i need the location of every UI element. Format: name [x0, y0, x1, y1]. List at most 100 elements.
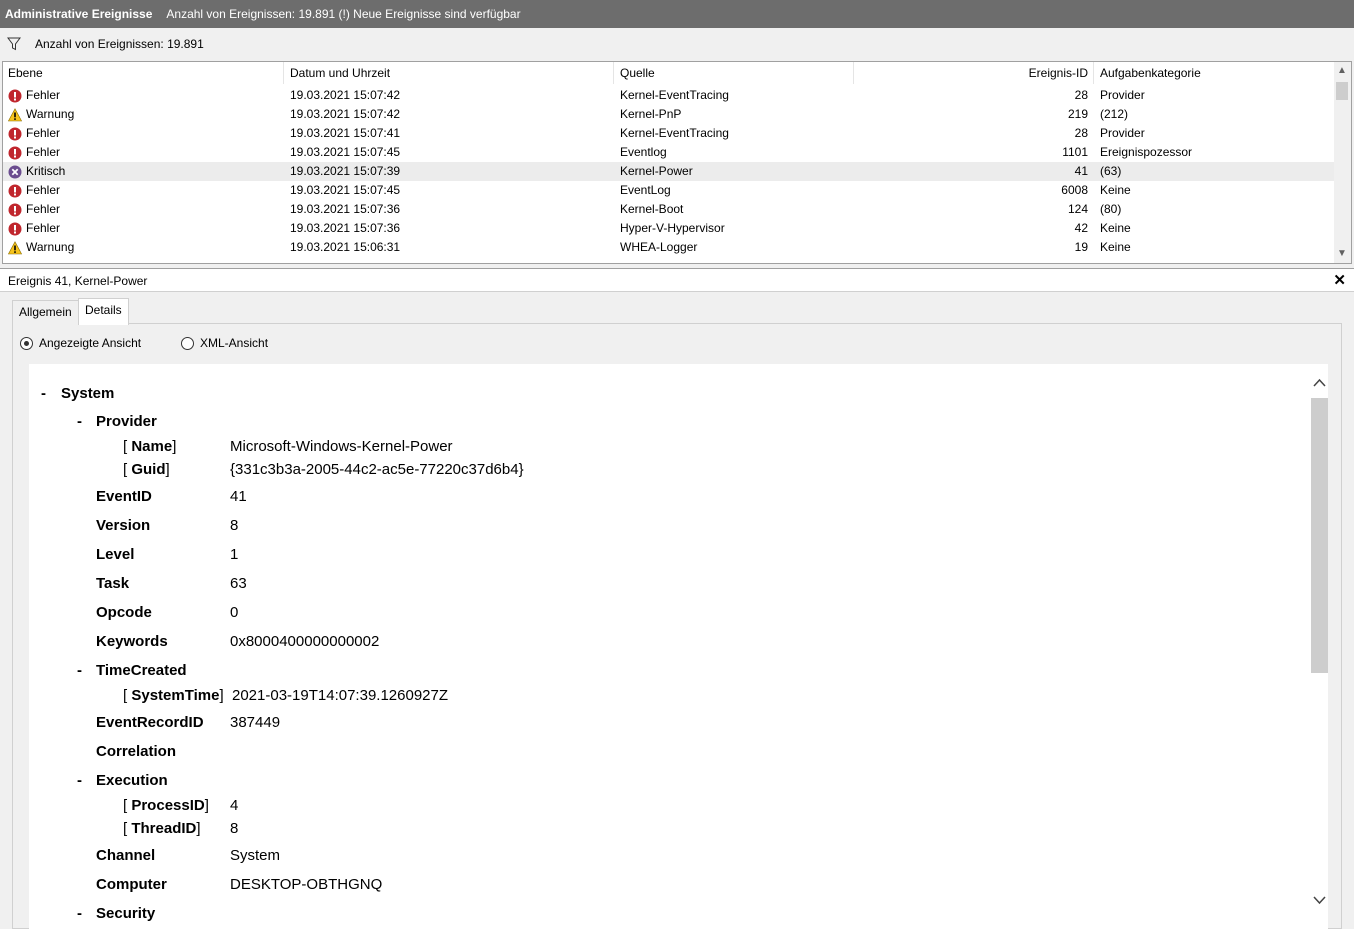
cell-date: 19.03.2021 15:06:31	[290, 240, 401, 254]
column-event-id[interactable]: Ereignis-ID	[853, 62, 1093, 84]
column-level[interactable]: Ebene	[3, 62, 283, 84]
key-eventrecordid: EventRecordID	[96, 714, 204, 731]
attr-processid-value: 4	[230, 797, 239, 814]
radio-xml-label: XML-Ansicht	[200, 336, 269, 350]
column-date[interactable]: Datum und Uhrzeit	[283, 62, 613, 84]
table-row[interactable]: Warnung 19.03.2021 15:06:31 WHEA-Logger 19 K…	[3, 238, 1335, 257]
cell-level: Fehler	[8, 200, 60, 219]
cell-level: Fehler	[8, 181, 60, 200]
attr-systemtime: [ SystemTime]	[123, 687, 224, 704]
cell-event-id: 219	[1067, 107, 1088, 121]
cell-task-category: Keine	[1100, 221, 1131, 235]
close-icon[interactable]: ✕	[1333, 271, 1346, 289]
attr-systemtime-value: 2021-03-19T14:07:39.1260927Z	[232, 687, 449, 704]
filter-icon[interactable]	[7, 37, 21, 51]
node-system: System	[61, 385, 115, 402]
cell-level: Fehler	[8, 86, 60, 105]
table-row[interactable]: Kritisch 19.03.2021 15:07:39 Kernel-Power 4…	[3, 162, 1335, 181]
title-bar: Administrative Ereignisse Anzahl von Ere…	[0, 0, 1354, 28]
cell-event-id: 28	[1074, 88, 1088, 102]
cell-event-id: 124	[1067, 202, 1088, 216]
key-eventid: EventID	[96, 488, 152, 505]
node-execution: Execution	[96, 772, 168, 789]
error-icon	[8, 89, 22, 103]
attr-name: [ Name]	[123, 438, 177, 455]
node-provider: Provider	[96, 413, 157, 430]
scroll-thumb[interactable]	[1336, 82, 1348, 100]
event-count-info[interactable]: Anzahl von Ereignissen: 19.891 (!) Neue …	[166, 7, 520, 21]
cell-source: Kernel-PnP	[620, 107, 682, 121]
xml-scrollbar[interactable]	[1311, 364, 1328, 929]
table-row[interactable]: Warnung 19.03.2021 15:07:42 Kernel-PnP 219 (…	[3, 105, 1335, 124]
val-computer: DESKTOP-OBTHGNQ	[230, 876, 383, 893]
view-title: Administrative Ereignisse	[5, 7, 153, 21]
attr-guid-value: {331c3b3a-2005-44c2-ac5e-77220c37d6b4}	[230, 461, 524, 478]
table-row[interactable]: Fehler 19.03.2021 15:07:41 Kernel-EventTra…	[3, 124, 1335, 143]
cell-source: Kernel-Power	[620, 164, 693, 178]
event-xml-view[interactable]: - System - Provider [ Name] Microsoft-Wi…	[29, 364, 1328, 929]
cell-task-category: (80)	[1100, 202, 1122, 216]
cell-date: 19.03.2021 15:07:45	[290, 145, 401, 159]
error-icon	[8, 184, 22, 198]
column-source[interactable]: Quelle	[613, 62, 853, 84]
node-security: Security	[96, 905, 156, 922]
table-row[interactable]: Fehler 19.03.2021 15:07:36 Hyper-V-Hypervi…	[3, 219, 1335, 238]
val-channel: System	[230, 847, 281, 864]
tab-general[interactable]: Allgemein	[12, 300, 79, 324]
warning-icon	[7, 240, 23, 255]
cell-event-id: 1101	[1062, 145, 1088, 159]
warning-icon	[7, 107, 23, 122]
scroll-down-icon[interactable]	[1313, 896, 1326, 905]
scroll-up-icon[interactable]	[1313, 378, 1326, 387]
filter-bar: Anzahl von Ereignissen: 19.891	[0, 28, 1354, 60]
cell-source: Kernel-Boot	[620, 202, 684, 216]
cell-source: Kernel-EventTracing	[620, 88, 729, 102]
error-icon	[8, 146, 22, 160]
collapse-provider[interactable]: -	[77, 413, 82, 430]
cell-source: Hyper-V-Hypervisor	[620, 221, 725, 235]
detail-header: Ereignis 41, Kernel-Power ✕	[0, 268, 1354, 292]
cell-level: Fehler	[8, 143, 60, 162]
val-eventid: 41	[230, 488, 247, 505]
cell-date: 19.03.2021 15:07:42	[290, 107, 401, 121]
collapse-timecreated[interactable]: -	[77, 662, 82, 679]
cell-level: Fehler	[8, 124, 60, 143]
attr-processid: [ ProcessID]	[123, 797, 209, 814]
scroll-down-icon[interactable]: ▼	[1337, 248, 1347, 259]
scroll-thumb[interactable]	[1311, 398, 1328, 673]
collapse-system[interactable]: -	[41, 385, 46, 402]
tab-details[interactable]: Details	[78, 298, 129, 325]
cell-task-category: Provider	[1100, 126, 1145, 140]
key-opcode: Opcode	[96, 604, 152, 621]
radio-xml-view[interactable]: XML-Ansicht	[181, 336, 268, 350]
cell-task-category: (63)	[1100, 164, 1122, 178]
cell-source: Eventlog	[620, 145, 667, 159]
cell-source: EventLog	[620, 183, 671, 197]
cell-date: 19.03.2021 15:07:41	[290, 126, 401, 140]
table-row[interactable]: Fehler 19.03.2021 15:07:45 Eventlog 1101 Ere…	[3, 143, 1335, 162]
cell-task-category: (212)	[1100, 107, 1129, 121]
val-version: 8	[230, 517, 239, 534]
error-icon	[8, 203, 22, 217]
radio-unchecked-icon[interactable]	[181, 336, 194, 350]
column-header: Ebene Datum und Uhrzeit Quelle Ereignis-…	[3, 62, 1335, 84]
table-row[interactable]: Fehler 19.03.2021 15:07:45 EventLog 6008 Kei…	[3, 181, 1335, 200]
attr-guid: [ Guid]	[123, 461, 170, 478]
table-row[interactable]: Fehler 19.03.2021 15:07:36 Kernel-Boot 124 (…	[3, 200, 1335, 219]
cell-level: Warnung	[7, 238, 74, 257]
collapse-execution[interactable]: -	[77, 772, 82, 789]
collapse-security[interactable]: -	[77, 905, 82, 922]
val-opcode: 0	[230, 604, 239, 621]
attr-threadid-value: 8	[230, 820, 239, 837]
cell-event-id: 19	[1074, 240, 1088, 254]
cell-level: Kritisch	[8, 162, 65, 181]
column-task-category[interactable]: Aufgabenkategorie	[1093, 62, 1335, 84]
event-list[interactable]: Ebene Datum und Uhrzeit Quelle Ereignis-…	[2, 61, 1352, 264]
radio-friendly-view[interactable]: Angezeigte Ansicht	[20, 336, 141, 350]
val-eventrecordid: 387449	[230, 714, 281, 731]
list-scrollbar[interactable]: ▲ ▼	[1334, 62, 1351, 263]
table-row[interactable]: Fehler 19.03.2021 15:07:42 Kernel-EventTra…	[3, 86, 1335, 105]
radio-checked-icon[interactable]	[20, 336, 33, 350]
key-version: Version	[96, 517, 151, 534]
scroll-up-icon[interactable]: ▲	[1337, 65, 1347, 76]
